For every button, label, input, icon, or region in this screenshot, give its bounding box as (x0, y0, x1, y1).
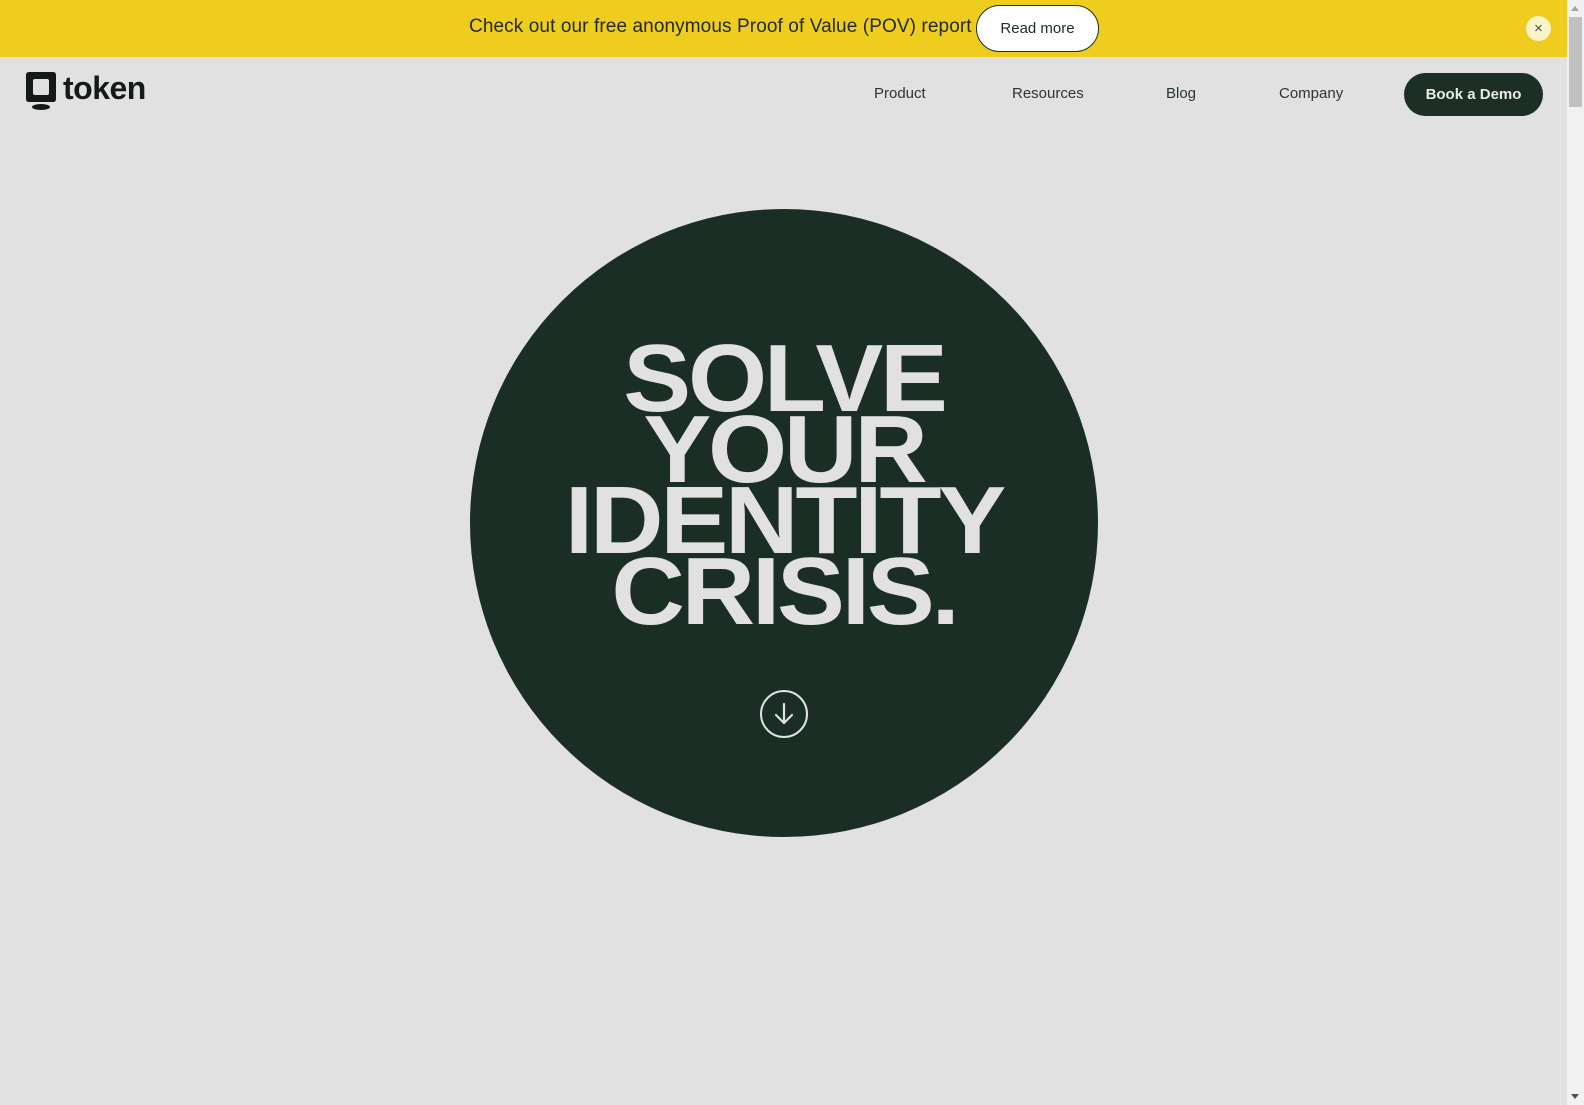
logo[interactable]: token (25, 69, 146, 111)
close-icon[interactable]: × (1526, 16, 1551, 41)
nav-company[interactable]: Company (1279, 85, 1343, 102)
nav-blog[interactable]: Blog (1166, 85, 1196, 102)
read-more-button[interactable]: Read more (976, 5, 1099, 52)
announcement-text: Check out our free anonymous Proof of Va… (469, 16, 972, 37)
page: Check out our free anonymous Proof of Va… (0, 0, 1567, 1105)
hero-title: SOLVE YOUR IDENTITY CRISIS. (451, 331, 1117, 645)
nav-resources[interactable]: Resources (1012, 85, 1084, 102)
arrow-down-circle-icon (774, 702, 794, 725)
hero-title-line: CRISIS. (611, 538, 959, 645)
vertical-scrollbar[interactable] (1567, 0, 1584, 1105)
scroll-up-arrow-icon[interactable] (1571, 6, 1579, 11)
book-demo-button[interactable]: Book a Demo (1404, 73, 1543, 116)
logo-text: token (63, 69, 146, 106)
scroll-down-button[interactable] (760, 690, 808, 738)
scrollbar-thumb[interactable] (1569, 17, 1582, 107)
nav-product[interactable]: Product (874, 85, 926, 102)
announcement-bar: Check out our free anonymous Proof of Va… (0, 0, 1567, 57)
scroll-down-arrow-icon[interactable] (1571, 1094, 1579, 1099)
token-logo-icon (25, 71, 57, 111)
